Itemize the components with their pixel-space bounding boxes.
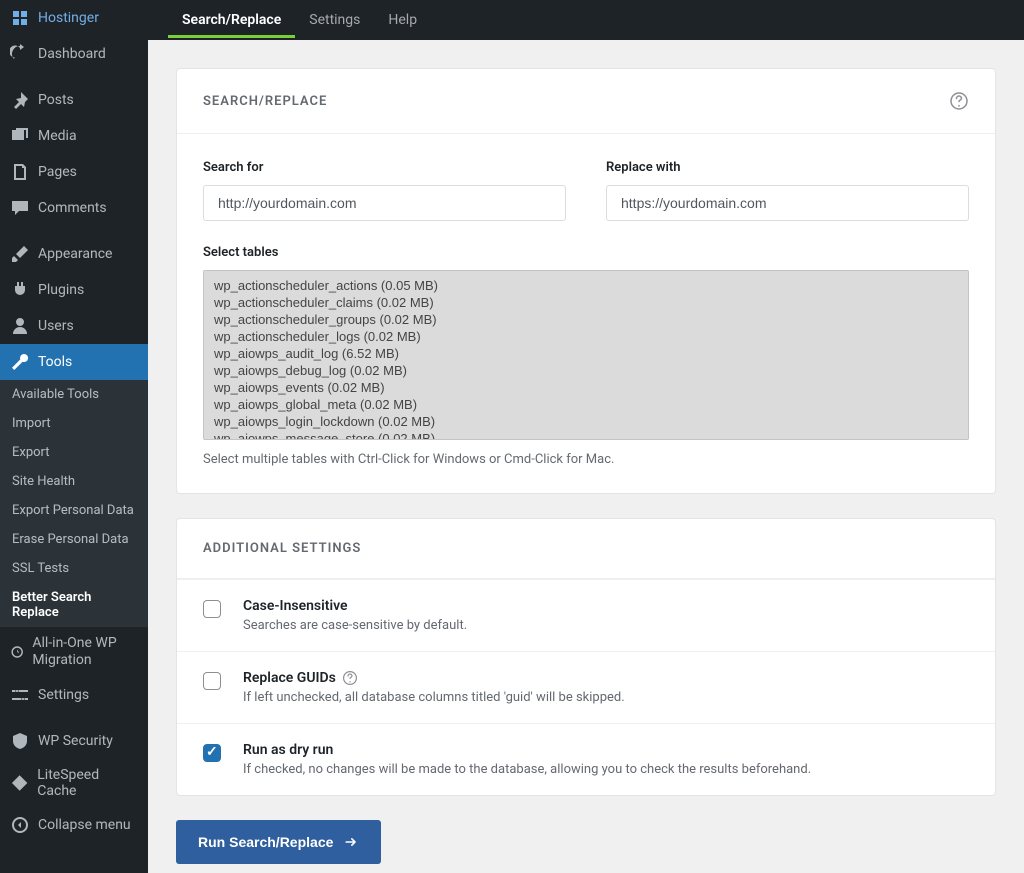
sidebar-label: Plugins — [38, 282, 84, 298]
additional-settings-panel: ADDITIONAL SETTINGS Case-Insensitive Sea… — [176, 518, 996, 796]
button-label: Run Search/Replace — [198, 834, 333, 850]
sidebar-item-tools[interactable]: Tools — [0, 344, 148, 380]
replace-with-input[interactable] — [606, 185, 969, 221]
sidebar-label: Pages — [38, 164, 77, 180]
settings-slider-icon — [10, 685, 30, 705]
submenu-export-personal[interactable]: Export Personal Data — [0, 496, 148, 525]
setting-title: Run as dry run — [243, 742, 969, 758]
tab-settings[interactable]: Settings — [295, 2, 374, 38]
submenu-site-health[interactable]: Site Health — [0, 467, 148, 496]
case-insensitive-checkbox[interactable] — [203, 600, 221, 618]
media-icon — [10, 126, 30, 146]
sidebar-label: Comments — [38, 200, 107, 216]
sidebar-label: Hostinger — [38, 10, 99, 26]
setting-case-insensitive: Case-Insensitive Searches are case-sensi… — [177, 579, 995, 651]
sidebar-label: Settings — [38, 687, 89, 703]
sidebar-label: All-in-One WP Migration — [32, 635, 138, 669]
topbar: Search/Replace Settings Help — [148, 0, 1024, 40]
tab-search-replace[interactable]: Search/Replace — [168, 2, 295, 38]
setting-desc: Searches are case-sensitive by default. — [243, 618, 969, 633]
multiselect-hint: Select multiple tables with Ctrl-Click f… — [203, 452, 969, 467]
setting-title: Replace GUIDs — [243, 670, 336, 686]
setting-desc: If checked, no changes will be made to t… — [243, 762, 969, 777]
sidebar-label: WP Security — [38, 733, 113, 749]
sidebar-item-comments[interactable]: Comments — [0, 190, 148, 226]
sidebar-label: Collapse menu — [38, 817, 131, 833]
table-option[interactable]: wp_actionscheduler_claims (0.02 MB) — [212, 294, 960, 311]
sidebar-label: Media — [38, 128, 77, 144]
table-option[interactable]: wp_actionscheduler_logs (0.02 MB) — [212, 328, 960, 345]
search-for-input[interactable] — [203, 185, 566, 221]
submenu-import[interactable]: Import — [0, 409, 148, 438]
select-tables-label: Select tables — [203, 245, 969, 260]
wrench-icon — [10, 352, 30, 372]
brush-icon — [10, 244, 30, 264]
sidebar-item-appearance[interactable]: Appearance — [0, 236, 148, 272]
panel-title: ADDITIONAL SETTINGS — [203, 541, 361, 556]
comments-icon — [10, 198, 30, 218]
submenu-ssl-tests[interactable]: SSL Tests — [0, 554, 148, 583]
table-option[interactable]: wp_actionscheduler_groups (0.02 MB) — [212, 311, 960, 328]
submenu-better-search-replace[interactable]: Better Search Replace — [0, 583, 148, 627]
sidebar-item-posts[interactable]: Posts — [0, 82, 148, 118]
hostinger-icon — [10, 8, 30, 28]
main-content: SEARCH/REPLACE Search for Replace with S… — [148, 40, 1024, 873]
table-option[interactable]: wp_actionscheduler_actions (0.05 MB) — [212, 277, 960, 294]
sidebar-label: Dashboard — [38, 46, 106, 62]
sidebar-item-collapse[interactable]: Collapse menu — [0, 807, 148, 843]
sidebar-item-plugins[interactable]: Plugins — [0, 272, 148, 308]
table-option[interactable]: wp_aiowps_debug_log (0.02 MB) — [212, 362, 960, 379]
setting-title: Case-Insensitive — [243, 598, 969, 614]
table-option[interactable]: wp_aiowps_login_lockdown (0.02 MB) — [212, 413, 960, 430]
sidebar-item-migration[interactable]: All-in-One WP Migration — [0, 627, 148, 677]
submenu-export[interactable]: Export — [0, 438, 148, 467]
sidebar-item-litespeed[interactable]: LiteSpeed Cache — [0, 759, 148, 807]
submenu-erase-personal[interactable]: Erase Personal Data — [0, 525, 148, 554]
replace-guids-checkbox[interactable] — [203, 672, 221, 690]
users-icon — [10, 316, 30, 336]
setting-replace-guids: Replace GUIDs If left unchecked, all dat… — [177, 651, 995, 723]
pages-icon — [10, 162, 30, 182]
help-icon[interactable] — [949, 91, 969, 111]
setting-desc: If left unchecked, all database columns … — [243, 690, 969, 705]
sidebar-item-pages[interactable]: Pages — [0, 154, 148, 190]
replace-with-label: Replace with — [606, 160, 969, 175]
sidebar-item-users[interactable]: Users — [0, 308, 148, 344]
sidebar-item-hostinger[interactable]: Hostinger — [0, 0, 148, 36]
table-option[interactable]: wp_aiowps_message_store (0.02 MB) — [212, 430, 960, 440]
admin-sidebar: Hostinger Dashboard Posts Media Pages Co… — [0, 0, 148, 873]
arrow-right-icon — [343, 834, 359, 850]
search-replace-panel: SEARCH/REPLACE Search for Replace with S… — [176, 68, 996, 494]
tools-submenu: Available Tools Import Export Site Healt… — [0, 380, 148, 627]
sidebar-item-settings[interactable]: Settings — [0, 677, 148, 713]
sidebar-item-media[interactable]: Media — [0, 118, 148, 154]
search-for-label: Search for — [203, 160, 566, 175]
sidebar-item-dashboard[interactable]: Dashboard — [0, 36, 148, 72]
tab-help[interactable]: Help — [374, 2, 431, 38]
migration-icon — [10, 642, 24, 662]
litespeed-icon — [10, 773, 29, 793]
table-option[interactable]: wp_aiowps_global_meta (0.02 MB) — [212, 396, 960, 413]
sidebar-label: LiteSpeed Cache — [37, 767, 138, 799]
table-option[interactable]: wp_aiowps_events (0.02 MB) — [212, 379, 960, 396]
table-option[interactable]: wp_aiowps_audit_log (6.52 MB) — [212, 345, 960, 362]
plugin-icon — [10, 280, 30, 300]
dashboard-icon — [10, 44, 30, 64]
panel-title: SEARCH/REPLACE — [203, 94, 327, 109]
pin-icon — [10, 90, 30, 110]
sidebar-label: Tools — [38, 354, 72, 370]
collapse-icon — [10, 815, 30, 835]
run-search-replace-button[interactable]: Run Search/Replace — [176, 820, 381, 864]
submenu-available-tools[interactable]: Available Tools — [0, 380, 148, 409]
sidebar-item-wp-security[interactable]: WP Security — [0, 723, 148, 759]
help-icon[interactable] — [342, 670, 358, 686]
setting-dry-run: Run as dry run If checked, no changes wi… — [177, 723, 995, 795]
shield-icon — [10, 731, 30, 751]
dry-run-checkbox[interactable] — [203, 744, 221, 762]
sidebar-label: Appearance — [38, 246, 112, 262]
tables-multiselect[interactable]: wp_actionscheduler_actions (0.05 MB)wp_a… — [203, 270, 969, 440]
sidebar-label: Posts — [38, 92, 74, 108]
sidebar-label: Users — [38, 318, 74, 334]
